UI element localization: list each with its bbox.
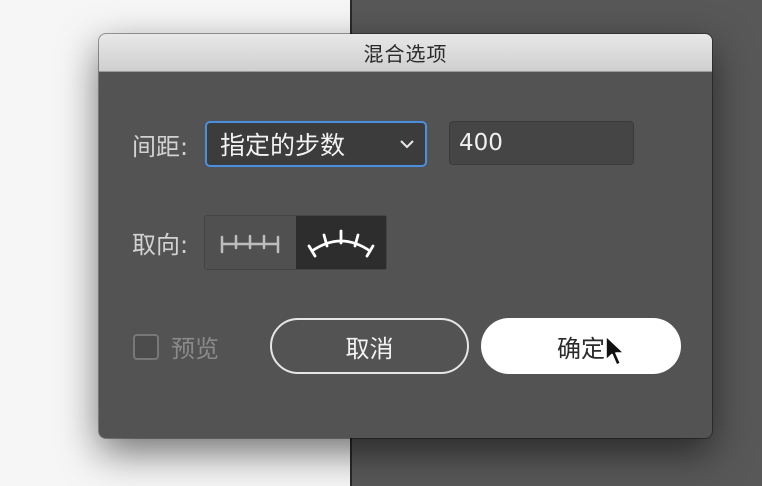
ok-button[interactable]: 确定: [481, 318, 681, 374]
align-to-path-icon: [307, 229, 375, 257]
align-to-page-icon: [221, 234, 280, 253]
cancel-button[interactable]: 取消: [270, 318, 469, 374]
mouse-pointer-icon: [605, 335, 625, 366]
preview-checkbox[interactable]: [133, 333, 159, 360]
chevron-down-icon: [400, 140, 414, 149]
spacing-mode-select[interactable]: 指定的步数: [205, 121, 427, 167]
spacing-mode-value: 指定的步数: [220, 131, 346, 160]
preview-option[interactable]: 预览: [133, 329, 219, 364]
dialog-title: 混合选项: [363, 42, 448, 66]
dialog-titlebar[interactable]: 混合选项: [99, 34, 712, 72]
align-to-path-button[interactable]: [295, 216, 386, 269]
orientation-label: 取向:: [132, 231, 189, 259]
orientation-segmented-control: [204, 215, 387, 270]
align-to-page-button[interactable]: [205, 216, 296, 269]
steps-count-input[interactable]: [449, 121, 634, 165]
spacing-label: 间距:: [132, 133, 189, 161]
blend-options-dialog: 混合选项 间距: 指定的步数 取向:: [99, 34, 712, 438]
preview-label: 预览: [171, 335, 219, 363]
